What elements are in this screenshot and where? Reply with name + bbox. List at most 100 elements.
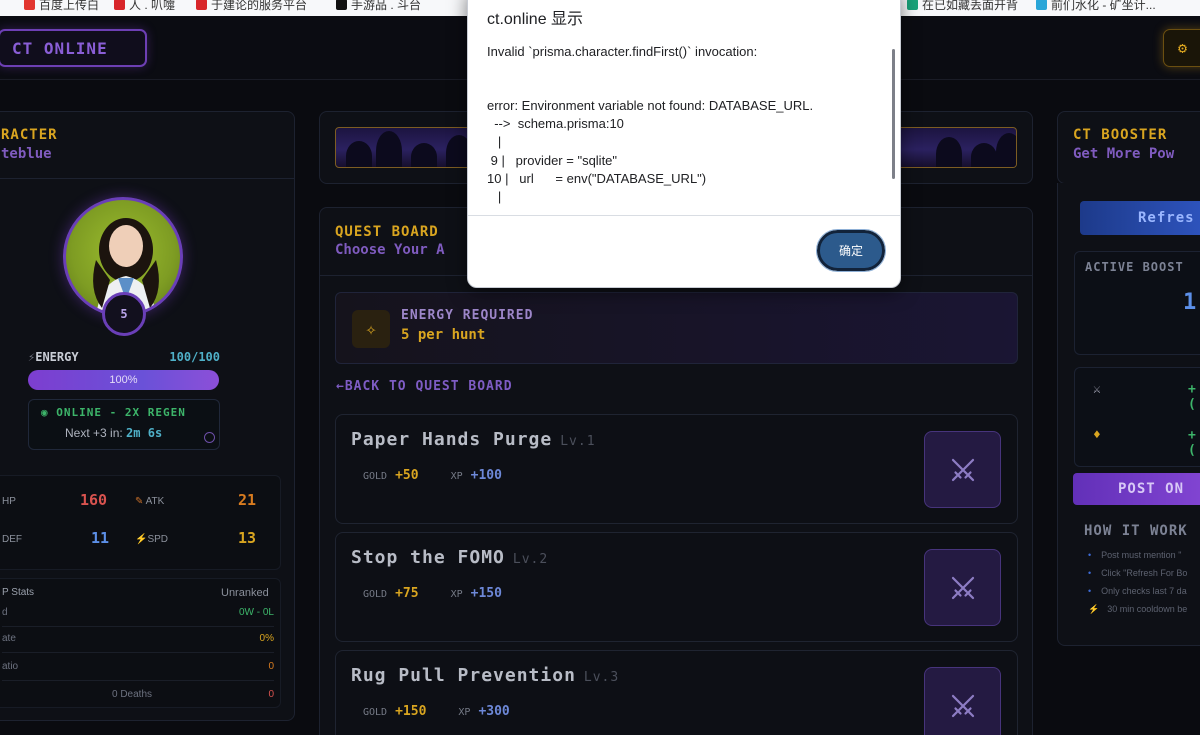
hp-label: HP bbox=[2, 496, 16, 507]
bookmark-favicon-icon bbox=[907, 0, 918, 10]
quest-name: Rug Pull Prevention bbox=[351, 665, 576, 686]
refresh-boost-button[interactable]: Refres bbox=[1080, 201, 1200, 235]
sword-icon: ✎ bbox=[135, 496, 146, 507]
booster-subtitle: Get More Pow bbox=[1073, 146, 1175, 162]
quest-name: Stop the FOMO bbox=[351, 547, 505, 568]
energy-required-value: 5 per hunt bbox=[401, 327, 486, 343]
crossed-swords-icon bbox=[951, 694, 974, 717]
hp-value: 160 bbox=[80, 491, 108, 509]
crossed-swords-icon bbox=[951, 458, 974, 481]
pvp-rank: Unranked bbox=[221, 587, 269, 599]
energy-value: 100/100 bbox=[169, 350, 220, 364]
reward-value: +( bbox=[1188, 428, 1196, 458]
active-boost-label: ACTIVE BOOST bbox=[1085, 260, 1184, 274]
boost-rewards-box: ⚔ +( ♦ +( bbox=[1074, 367, 1200, 467]
wallet-button[interactable]: ⚙ bbox=[1163, 29, 1200, 67]
regen-time: 2m 6s bbox=[126, 426, 163, 440]
energy-bar-fill: 100% bbox=[28, 370, 219, 390]
how-it-works-list: Post must mention " Click "Refresh For B… bbox=[1088, 550, 1187, 622]
level-badge: 5 bbox=[102, 292, 146, 336]
bookmark-item[interactable]: 百度上传白 bbox=[24, 0, 99, 12]
pvp-row: d 0W - 0L bbox=[2, 601, 274, 627]
quest-rewards: GOLD +50 XP +100 bbox=[363, 468, 502, 483]
quest-level: Lv.2 bbox=[512, 552, 549, 567]
quest-level: Lv.3 bbox=[583, 670, 620, 685]
arrow-left-icon: ← bbox=[336, 379, 345, 394]
info-icon[interactable] bbox=[204, 432, 215, 443]
booster-title: CT BOOSTER bbox=[1073, 127, 1168, 143]
online-status: ONLINE - 2X REGEN bbox=[56, 406, 186, 419]
divider bbox=[0, 178, 294, 179]
list-item: Post must mention " bbox=[1088, 550, 1187, 568]
hunt-button[interactable] bbox=[924, 431, 1001, 508]
online-status-box: ◉ ONLINE - 2X REGEN Next +3 in: 2m 6s bbox=[28, 399, 220, 450]
quest-rewards: GOLD +75 XP +150 bbox=[363, 586, 502, 601]
booster-panel: Refres ACTIVE BOOST 1 ⚔ +( ♦ +( POST ON HO… bbox=[1057, 183, 1200, 646]
post-on-x-button[interactable]: POST ON bbox=[1073, 473, 1200, 505]
gold-reward: +150 bbox=[395, 704, 427, 719]
quest-card: Stop the FOMO Lv.2 GOLD +75 XP +150 bbox=[335, 532, 1018, 642]
reward-value: +( bbox=[1188, 382, 1196, 412]
bolt-icon: ⚡ bbox=[135, 534, 148, 545]
character-title: RACTER bbox=[1, 127, 58, 143]
bookmark-favicon-icon bbox=[24, 0, 35, 10]
bookmark-item[interactable]: 手游品 . 斗台 bbox=[336, 0, 421, 12]
bookmark-item[interactable]: 人 . 叭嚏 bbox=[114, 0, 175, 12]
active-boost-value: 1 bbox=[1183, 290, 1197, 315]
hunt-button[interactable] bbox=[924, 667, 1001, 735]
bookmark-item[interactable]: 前们水化 - 矿坐计... bbox=[1036, 0, 1156, 12]
quest-board-subtitle: Choose Your A bbox=[335, 242, 445, 258]
quest-level: Lv.1 bbox=[560, 434, 596, 449]
pvp-stats-box: P Stats Unranked d 0W - 0L ate 0% atio 0… bbox=[0, 578, 281, 708]
pvp-row: ate 0% bbox=[2, 627, 274, 653]
character-name: teblue bbox=[1, 146, 52, 162]
bookmark-item[interactable]: 在已如藏丢面开背 bbox=[907, 0, 1018, 12]
pvp-row: 0 Deaths 0 bbox=[112, 689, 274, 700]
xp-reward: +150 bbox=[470, 586, 502, 601]
energy-row: ⚡ENERGY 100/100 bbox=[28, 350, 220, 364]
energy-required-box: ✧ ENERGY REQUIRED 5 per hunt bbox=[335, 292, 1018, 364]
how-it-works-title: HOW IT WORK bbox=[1084, 523, 1188, 539]
list-item: Click "Refresh For Bo bbox=[1088, 568, 1187, 586]
dialog-scrollbar[interactable] bbox=[892, 49, 895, 179]
bookmark-favicon-icon bbox=[114, 0, 125, 10]
quest-card: Paper Hands Purge Lv.1 GOLD +50 XP +100 bbox=[335, 414, 1018, 524]
wifi-icon: ◉ bbox=[41, 406, 57, 419]
atk-label: ATK bbox=[145, 496, 165, 507]
regen-timer: Next +3 in: 2m 6s bbox=[65, 426, 163, 440]
energy-label: ENERGY bbox=[35, 350, 79, 364]
bookmark-favicon-icon bbox=[336, 0, 347, 10]
crossed-swords-icon bbox=[951, 576, 974, 599]
back-to-quest-board-link[interactable]: ←BACK TO QUEST BOARD bbox=[336, 379, 513, 394]
character-panel: RACTER teblue 5 ⚡ENERGY 100/100 100% ◉ O… bbox=[0, 111, 295, 721]
logo[interactable]: CT ONLINE bbox=[0, 29, 147, 67]
list-item: 30 min cooldown be bbox=[1088, 604, 1187, 622]
gold-reward: +75 bbox=[395, 586, 419, 601]
dialog-title: ct.online 显示 bbox=[487, 11, 584, 28]
xp-reward: +300 bbox=[478, 704, 510, 719]
money-bag-icon: ♦ bbox=[1093, 428, 1101, 443]
bookmark-item[interactable]: 于建论的服务平台 bbox=[196, 0, 307, 12]
gold-reward: +50 bbox=[395, 468, 419, 483]
pvp-title: P Stats bbox=[2, 587, 35, 598]
alert-dialog: ct.online 显示 Invalid `prisma.character.f… bbox=[467, 0, 901, 288]
bookmark-favicon-icon bbox=[196, 0, 207, 10]
active-boost-box: ACTIVE BOOST 1 bbox=[1074, 251, 1200, 355]
swords-icon: ⚔ bbox=[1093, 382, 1101, 397]
hunt-button[interactable] bbox=[924, 549, 1001, 626]
coins-icon: ⚙ bbox=[1178, 39, 1188, 57]
def-label: DEF bbox=[2, 534, 22, 545]
energy-required-label: ENERGY REQUIRED bbox=[401, 308, 534, 323]
energy-bar: 100% bbox=[28, 370, 219, 390]
sparkles-icon: ✧ bbox=[352, 310, 390, 348]
atk-value: 21 bbox=[238, 491, 257, 509]
pvp-row: atio 0 bbox=[2, 655, 274, 681]
quest-card: Rug Pull Prevention Lv.3 GOLD +150 XP +300 bbox=[335, 650, 1018, 735]
quest-board-title: QUEST BOARD bbox=[335, 224, 439, 240]
spd-value: 13 bbox=[238, 529, 257, 547]
stats-box: HP 160 ✎ ATK 21 DEF 11 ⚡SPD 13 bbox=[0, 475, 281, 570]
dialog-message: Invalid `prisma.character.findFirst()` i… bbox=[468, 31, 900, 216]
quest-name: Paper Hands Purge bbox=[351, 429, 553, 450]
ok-button[interactable]: 确定 bbox=[816, 229, 886, 272]
spd-label: SPD bbox=[147, 534, 169, 545]
